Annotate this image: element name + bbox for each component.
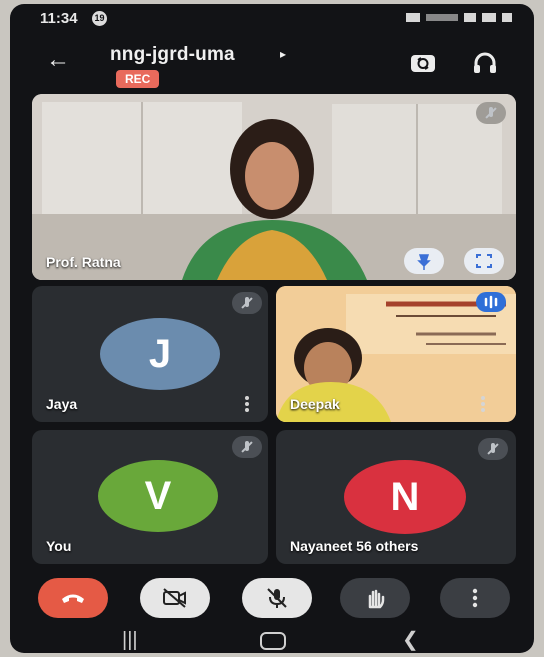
participant-name-first: Nayaneet (290, 538, 353, 554)
status-bar: 11:34 19 (10, 4, 534, 34)
more-vertical-icon (472, 588, 478, 608)
main-speaker-tile[interactable]: Prof. Ratna (32, 94, 516, 280)
camera-toggle-button[interactable] (140, 578, 210, 618)
recent-apps-icon[interactable]: ||| (122, 630, 138, 650)
fullscreen-icon (476, 254, 492, 268)
participant-tile-you[interactable]: V You (32, 430, 268, 564)
avatar: J (100, 318, 220, 390)
participant-name: Jaya (46, 396, 78, 412)
participant-tile-jaya[interactable]: J Jaya (32, 286, 268, 422)
video-off-icon (163, 588, 186, 608)
pin-icon (417, 254, 431, 270)
home-icon[interactable] (260, 632, 286, 650)
wifi-icon (464, 13, 476, 22)
headphones-icon[interactable] (470, 48, 500, 78)
call-header: ← nng-jgrd-uma ▸ REC (10, 34, 534, 90)
more-options-button[interactable] (440, 578, 510, 618)
switch-camera-icon[interactable] (408, 48, 438, 78)
speaking-indicator-icon (476, 292, 506, 312)
back-nav-icon[interactable]: ❮ (402, 630, 419, 650)
avatar: V (98, 460, 218, 532)
participant-name: Nayaneet 56 others (290, 538, 418, 554)
participant-tile-others[interactable]: N Nayaneet 56 others (276, 430, 516, 564)
mute-indicator-icon (232, 292, 262, 314)
clock: 11:34 (40, 10, 78, 27)
mute-indicator-icon (476, 102, 506, 124)
chevron-right-icon[interactable]: ▸ (280, 47, 286, 61)
signal-icon (426, 14, 458, 21)
participant-name: You (46, 538, 72, 554)
more-vertical-icon[interactable] (480, 396, 486, 414)
signal-icon-2 (482, 13, 496, 22)
participant-tile-deepak[interactable]: Deepak (276, 286, 516, 422)
end-call-button[interactable] (38, 578, 108, 618)
avatar: N (344, 460, 466, 534)
recording-badge: REC (116, 70, 160, 88)
phone-hangup-icon (62, 594, 84, 603)
phone-screen: 11:34 19 ← nng-jgrd-uma ▸ REC Prof. Ratn… (10, 4, 534, 653)
fullscreen-button[interactable] (464, 248, 504, 274)
back-arrow-icon[interactable]: ← (46, 48, 70, 72)
hand-icon (368, 589, 385, 609)
others-count: 56 others (356, 538, 419, 554)
mute-indicator-icon (478, 438, 508, 460)
battery-icon (502, 13, 512, 22)
cast-icon (406, 13, 420, 22)
call-controls (10, 574, 534, 624)
speaker-name: Prof. Ratna (46, 254, 121, 270)
more-vertical-icon[interactable] (244, 396, 250, 414)
raise-hand-button[interactable] (340, 578, 410, 618)
system-nav-bar: ||| ❮ (10, 628, 534, 653)
mic-off-icon (267, 588, 287, 608)
mic-toggle-button[interactable] (242, 578, 312, 618)
mute-indicator-icon (232, 436, 262, 458)
participant-name: Deepak (290, 396, 340, 412)
meeting-code[interactable]: nng-jgrd-uma (110, 44, 235, 66)
system-icons (406, 13, 512, 22)
pin-button[interactable] (404, 248, 444, 274)
notification-badge: 19 (92, 11, 107, 26)
